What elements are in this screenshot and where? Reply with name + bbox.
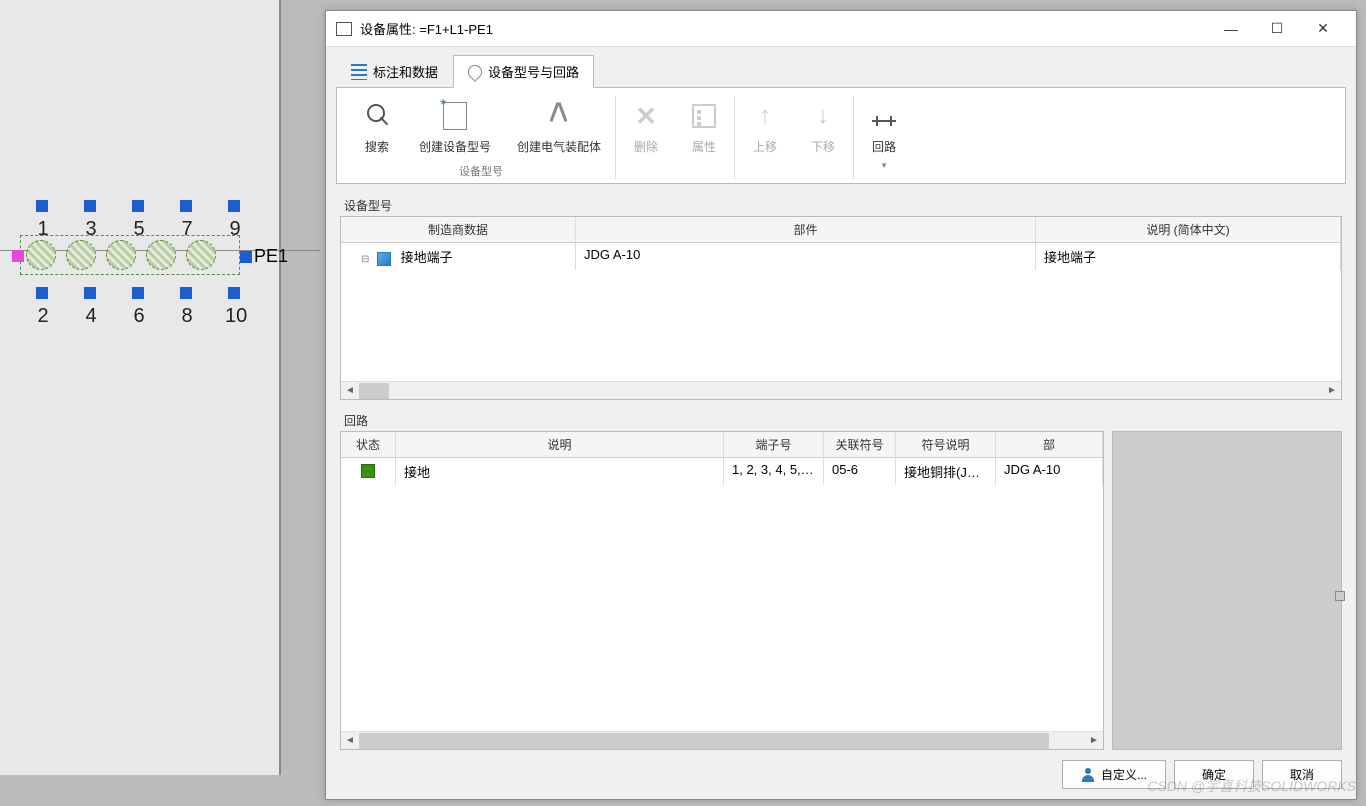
close-button[interactable]: ✕	[1300, 14, 1346, 44]
search-button[interactable]: 搜索	[353, 96, 401, 159]
delete-button: ✕ 删除	[622, 96, 670, 159]
create-part-button[interactable]: 创建设备型号	[411, 96, 499, 159]
person-icon	[1081, 768, 1095, 782]
terminal-6: 6	[129, 282, 149, 329]
col-part[interactable]: 部	[996, 432, 1103, 457]
col-status[interactable]: 状态	[341, 432, 396, 457]
terminal-8: 8	[177, 282, 197, 329]
scroll-thumb[interactable]	[359, 733, 1049, 749]
tab-label: 设备型号与回路	[488, 62, 579, 81]
table-row[interactable]: 接地 1, 2, 3, 4, 5, 6, ... 05-6 接地铜排(JD...…	[341, 458, 1103, 485]
scroll-left-button[interactable]: ◄	[341, 733, 359, 749]
circuit-table-body[interactable]: 接地 1, 2, 3, 4, 5, 6, ... 05-6 接地铜排(JD...…	[341, 458, 1103, 731]
col-desc[interactable]: 说明	[396, 432, 724, 457]
arrow-up-icon: ↑	[759, 102, 771, 130]
groupbox-label: 设备型号	[340, 197, 1342, 214]
drawing-sheet	[0, 0, 280, 775]
wrench-icon	[465, 62, 485, 82]
circuit-button[interactable]: 回路 ▼	[860, 96, 908, 174]
part-table-body[interactable]: ⊟ 接地端子 JDG A-10 接地端子	[341, 243, 1341, 381]
horizontal-scrollbar[interactable]: ◄ ►	[341, 381, 1341, 399]
part-table-header: 制造商数据 部件 说明 (简体中文)	[341, 217, 1341, 243]
window-title: 设备属性: =F1+L1-PE1	[360, 19, 1208, 38]
minimize-button[interactable]: —	[1208, 14, 1254, 44]
col-assoc[interactable]: 关联符号	[824, 432, 896, 457]
chevron-down-icon: ▼	[880, 161, 888, 170]
tab-part-circuit[interactable]: 设备型号与回路	[453, 55, 594, 88]
tab-annotation-data[interactable]: 标注和数据	[336, 55, 453, 88]
scroll-left-button[interactable]: ◄	[341, 383, 359, 399]
create-assembly-button[interactable]: 创建电气装配体	[509, 96, 609, 159]
circuit-table-header: 状态 说明 端子号 关联符号 符号说明 部	[341, 432, 1103, 458]
horizontal-scrollbar[interactable]: ◄ ►	[341, 731, 1103, 749]
tab-bar: 标注和数据 设备型号与回路	[326, 47, 1356, 88]
dialog-footer: 自定义... 确定 取消	[326, 750, 1356, 799]
scroll-thumb[interactable]	[359, 383, 389, 399]
circuit-groupbox: 回路 状态 说明 端子号 关联符号 符号说明 部 接地	[340, 412, 1342, 750]
terminal-body	[20, 235, 240, 275]
preview-panel	[1112, 431, 1342, 750]
terminal-label: PE1	[240, 246, 288, 268]
terminal-4: 4	[81, 282, 101, 329]
delete-icon: ✕	[635, 101, 657, 132]
terminal-bottom-row: 2 4 6 8 10	[25, 282, 305, 334]
ribbon-group-label: 设备型号	[459, 163, 503, 179]
col-part[interactable]: 部件	[576, 217, 1036, 242]
ribbon-toolbar: 搜索 创建设备型号 创建电气装配体 设备型号 ✕ 删除	[336, 87, 1346, 184]
table-row[interactable]: ⊟ 接地端子 JDG A-10 接地端子	[341, 243, 1341, 270]
window-icon	[336, 22, 352, 36]
col-mfr[interactable]: 制造商数据	[341, 217, 576, 242]
new-doc-icon	[443, 102, 467, 130]
device-properties-dialog: 设备属性: =F1+L1-PE1 — ☐ ✕ 标注和数据 设备型号与回路 搜索	[325, 10, 1357, 800]
cancel-button[interactable]: 取消	[1262, 760, 1342, 789]
terminal-2: 2	[33, 282, 53, 329]
crosshair-vertical	[280, 0, 281, 775]
circuit-icon	[872, 120, 896, 122]
assembly-icon	[545, 102, 573, 130]
properties-button: 属性	[680, 96, 728, 159]
col-symdesc[interactable]: 符号说明	[896, 432, 996, 457]
status-icon	[361, 464, 375, 478]
terminal-10: 10	[225, 282, 245, 329]
list-icon	[351, 64, 367, 80]
move-down-button: ↓ 下移	[799, 96, 847, 159]
properties-icon	[692, 104, 716, 128]
groupbox-label: 回路	[340, 412, 1342, 429]
part-icon	[377, 252, 391, 266]
col-termno[interactable]: 端子号	[724, 432, 824, 457]
titlebar[interactable]: 设备属性: =F1+L1-PE1 — ☐ ✕	[326, 11, 1356, 47]
ok-button[interactable]: 确定	[1174, 760, 1254, 789]
arrow-down-icon: ↓	[817, 102, 829, 130]
scroll-right-button[interactable]: ►	[1085, 733, 1103, 749]
scroll-right-button[interactable]: ►	[1323, 383, 1341, 399]
col-desc[interactable]: 说明 (简体中文)	[1036, 217, 1341, 242]
customize-button[interactable]: 自定义...	[1062, 760, 1166, 789]
part-groupbox: 设备型号 制造商数据 部件 说明 (简体中文) ⊟ 接地端子 JDG A-10 …	[340, 197, 1342, 400]
tab-label: 标注和数据	[373, 62, 438, 81]
origin-handle[interactable]	[12, 247, 26, 265]
move-up-button: ↑ 上移	[741, 96, 789, 159]
search-icon	[363, 102, 391, 130]
maximize-button[interactable]: ☐	[1254, 14, 1300, 44]
